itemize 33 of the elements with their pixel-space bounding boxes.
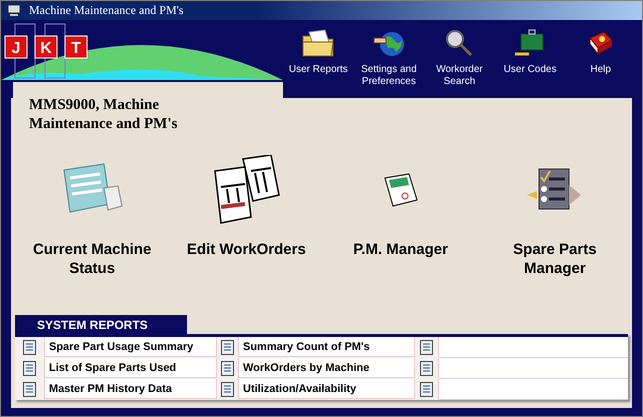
magnifier-icon [444, 28, 474, 58]
report-document-icon[interactable] [420, 340, 433, 354]
module-button[interactable]: Current Machine Status [28, 154, 156, 304]
logo-letter: J [12, 40, 20, 57]
report-document-icon[interactable] [221, 382, 234, 396]
toolbar-button[interactable]: Settings and Preferences [354, 28, 424, 98]
module-button[interactable]: Spare Parts Manager [490, 154, 619, 304]
report-link[interactable]: WorkOrders by Machine [239, 358, 415, 378]
toolbar-button[interactable]: User Reports [283, 28, 354, 98]
report-document-icon[interactable] [221, 360, 234, 376]
report-document-icon[interactable] [23, 382, 36, 396]
logo-letter: K [40, 40, 52, 57]
logo-letter: T [71, 40, 81, 57]
report-document-icon[interactable] [221, 340, 234, 354]
report-link[interactable]: Utilization/Availability [239, 379, 415, 399]
report-link[interactable]: Summary Count of PM's [239, 337, 415, 357]
report-document-icon[interactable] [420, 360, 433, 376]
app-heading: MMS9000, Machine Maintenance and PM's [29, 96, 178, 134]
toolbar-button[interactable]: User Codes [495, 28, 566, 98]
report-document-icon[interactable] [23, 340, 36, 354]
folder-icon [301, 28, 336, 58]
toolbar-button[interactable]: Workorder Search [424, 28, 494, 98]
toolbar-button[interactable]: Help [566, 28, 636, 98]
report-document-icon[interactable] [23, 360, 36, 376]
report-link[interactable]: Spare Part Usage Summary [45, 337, 217, 357]
module-button[interactable]: Edit WorkOrders [186, 154, 306, 304]
report-link[interactable]: List of Spare Parts Used [45, 358, 217, 378]
window-title: Machine Maintenance and PM's [29, 3, 184, 18]
report-link[interactable]: Master PM History Data [45, 379, 217, 399]
work-order-papers-icon [211, 155, 282, 225]
app-computer-icon [7, 4, 21, 17]
module-button[interactable]: P.M. Manager [353, 154, 448, 304]
report-document-icon[interactable] [420, 382, 433, 396]
